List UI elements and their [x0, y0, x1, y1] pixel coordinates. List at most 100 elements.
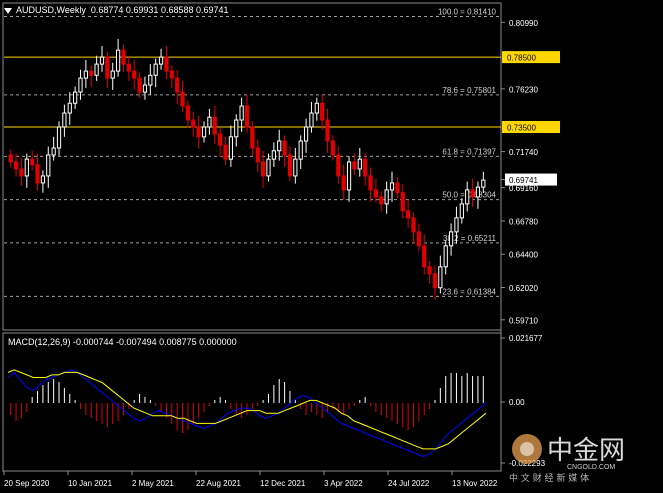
candle-body [62, 112, 67, 128]
candle-body [137, 77, 142, 93]
candle-body [314, 102, 319, 114]
time-tick-label: 20 Sep 2020 [4, 479, 50, 488]
price-tick-label: 0.64400 [509, 251, 538, 260]
fib-label: 100.0 = 0.81410 [438, 7, 497, 16]
candle-body [180, 91, 185, 107]
candle-body [191, 119, 196, 128]
candle-body [261, 161, 266, 177]
candle-body [228, 136, 233, 160]
candle-body [51, 147, 56, 156]
candle-body [115, 49, 121, 72]
candle-body [56, 126, 62, 149]
candle-body [454, 217, 459, 233]
macd-tick-label: 0.021677 [509, 334, 543, 343]
candle-body [309, 112, 314, 128]
candle-body [46, 154, 51, 177]
time-tick-label: 3 Apr 2022 [324, 479, 363, 488]
candle-body [287, 154, 293, 177]
candle-body [169, 70, 174, 79]
candle-body [400, 192, 405, 212]
candle-body [19, 168, 24, 177]
candle-body [443, 245, 448, 268]
candle-body [277, 140, 282, 152]
candle-body [389, 182, 395, 191]
price-level-tag-label: 0.73500 [507, 124, 536, 133]
candle-body [384, 189, 389, 205]
candle-body [346, 161, 352, 191]
price-tick-label: 0.71740 [509, 148, 538, 157]
time-axis: 20 Sep 2020 10 Jan 2021 2 May 2021 22 Aug 2… [3, 471, 498, 488]
fib-label: 50.0 = 0.68304 [442, 191, 496, 200]
candle-body [373, 189, 379, 198]
time-tick-label: 2 May 2021 [132, 479, 174, 488]
candle-body [164, 56, 169, 72]
watermark-brand: 中金网 [547, 436, 625, 466]
candle-body [67, 102, 72, 114]
candle-body [8, 154, 13, 163]
candle-body [352, 161, 357, 170]
candle-body [422, 245, 427, 268]
chart-canvas: 100.0 = 0.81410 78.6 = 0.75801 61.8 = 0.71… [2, 2, 560, 488]
candle-body [395, 182, 400, 194]
price-level-tag-label: 0.78500 [507, 54, 536, 63]
candle-body [330, 140, 336, 156]
symbol-header: AUDUSD,Weekly 0.68774 0.69931 0.68588 0.… [4, 5, 229, 15]
candle-body [239, 105, 244, 121]
candle-body [105, 56, 110, 79]
symbol-title: AUDUSD,Weekly [16, 5, 86, 15]
candle-body [459, 203, 464, 219]
watermark-domain: CNGOLD.COM [567, 464, 615, 471]
candle-body [325, 119, 330, 142]
candle-body [271, 150, 276, 160]
candle-body [320, 102, 325, 121]
time-tick-label: 13 Nov 2022 [452, 479, 498, 488]
candle-body [465, 189, 470, 205]
dropdown-triangle-icon[interactable] [4, 7, 12, 14]
candle-body [432, 273, 438, 289]
candle-body [218, 133, 223, 146]
price-tick-label: 0.66780 [509, 217, 538, 226]
candle-body [470, 189, 475, 198]
candle-body [303, 126, 309, 142]
candle-body [142, 84, 148, 93]
candle-body [416, 231, 421, 247]
time-tick-label: 22 Aug 2021 [196, 479, 241, 488]
fib-label: 61.8 = 0.71397 [442, 147, 496, 156]
candle-body [363, 158, 368, 177]
price-tick-label: 0.69160 [509, 184, 538, 193]
candle-body [379, 196, 384, 205]
candle-body [223, 144, 228, 160]
candle-body [24, 158, 29, 177]
candle-body [153, 63, 158, 76]
candle-body [73, 91, 78, 104]
candle-body [212, 116, 217, 135]
watermark-slogan: 中 文 财 经 新 媒 体 [509, 472, 589, 484]
candle-body [158, 56, 164, 65]
price-tick-label: 0.59710 [509, 316, 538, 325]
candle-body [78, 77, 83, 93]
fib-label: 78.6 = 0.75801 [442, 86, 496, 95]
time-tick-label: 24 Jul 2022 [388, 479, 430, 488]
macd-tick-label: 0.00 [509, 398, 525, 407]
candle-body [357, 158, 362, 170]
candle-body [89, 70, 94, 76]
candle-body [448, 231, 454, 247]
candle-body [110, 70, 115, 79]
candle-body [13, 161, 19, 170]
candle-body [368, 175, 373, 191]
candle-body [298, 140, 303, 160]
candle-body [282, 140, 287, 156]
candle-body [427, 266, 432, 275]
price-tick-label: 0.80990 [509, 19, 538, 28]
candle-body [255, 147, 260, 163]
candle-body [83, 70, 88, 79]
candle-body [244, 105, 250, 128]
cngold-watermark: 中金网 CNGOLD.COM 中 文 财 经 新 媒 体 [509, 434, 625, 484]
candles [8, 38, 486, 300]
candle-body [148, 74, 153, 86]
candle-body [40, 175, 46, 184]
macd-indicator [7, 369, 487, 458]
price-tick-label: 0.76230 [509, 85, 538, 94]
price-axis: 0.809900.762300.717400.697410.691600.667… [501, 19, 557, 325]
macd-plot-frame [2, 332, 502, 472]
